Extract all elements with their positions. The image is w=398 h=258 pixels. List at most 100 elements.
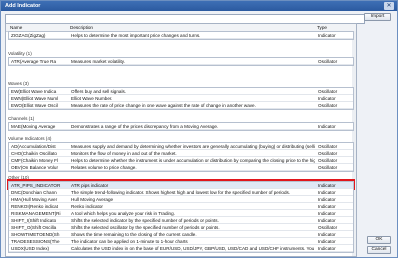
indicator-description: Calculates the USD index in on the base … [71, 245, 315, 251]
indicator-description: Monitors the flow of money in and out of… [71, 150, 177, 156]
indicator-type: Indicator [318, 245, 336, 251]
group-title: Volatility (1) [8, 51, 32, 56]
indicator-description: A tool which helps you analyze your risk… [71, 210, 175, 216]
indicator-name: EWN(Elliot Wave Numl [11, 95, 59, 101]
indicator-description: The simple trend-following indicator. Sh… [71, 189, 291, 195]
indicator-description: Offers buy and sell signals. [71, 88, 127, 94]
indicator-description: Shifts the selected oscillator by the sp… [71, 224, 220, 230]
indicator-type: Indicator [318, 123, 336, 129]
indicator-row[interactable]: SHOWTIMETOEND(Sh Shows the time remaining… [9, 231, 353, 238]
indicator-name: EW(Elliot Wave Indica [11, 88, 57, 94]
add-indicator-dialog: Add Indicator ✕ Import Name Description … [0, 0, 398, 258]
indicator-name: SHIFT_O(Shift Oscilla [11, 224, 57, 230]
indicator-description: Shows the time remaining to the closing … [71, 231, 197, 237]
indicator-name: SHOWTIMETOEND(Sh [11, 231, 60, 237]
indicator-name: HMA(Hull Moving Aver [11, 196, 58, 202]
indicator-row[interactable]: ZIGZAG(ZigZag) Helps to determine the mos… [9, 32, 353, 39]
indicator-name: OBV(On Balance Volur [11, 164, 58, 170]
group-box: ATR(Average True Ra Measures market volat… [8, 57, 354, 66]
indicator-type: Indicator [318, 217, 336, 223]
indicator-list[interactable]: Name Description Type ZIGZAG(ZigZag) Help… [5, 23, 357, 257]
indicator-row[interactable]: USDX(USD Index) Calculates the USD index … [9, 245, 353, 252]
indicator-description: Measures supply and demand by determinin… [71, 143, 315, 149]
indicator-type: Indicator [318, 189, 336, 195]
indicator-description: Hull Moving Average [71, 196, 114, 202]
indicator-type: Indicator [318, 203, 336, 209]
import-button[interactable]: Import [364, 13, 391, 21]
indicator-description: Helps to determine the most important pr… [71, 32, 201, 38]
indicator-type: Indicator [318, 95, 336, 101]
indicator-type: Indicator [318, 32, 336, 38]
close-icon[interactable]: ✕ [384, 2, 394, 10]
group-box: MAE(Moving Average Demonstrates a range o… [8, 122, 354, 131]
indicator-type: Oscillator [318, 58, 338, 64]
indicator-row[interactable]: RENKOI(Renko indicat Renko indicator Indic… [9, 203, 353, 210]
group-title: Volume Indicators (4) [8, 136, 52, 141]
indicator-name: TRADESESSIONS(The [11, 238, 60, 244]
cancel-button[interactable]: Cancel [367, 246, 391, 254]
indicator-row[interactable]: MAE(Moving Average Demonstrates a range o… [9, 123, 353, 130]
group-title: Channels (1) [8, 116, 35, 121]
indicator-row[interactable]: CMF(Chaikin Money Fl Helps to determine w… [9, 157, 353, 164]
indicator-row[interactable]: OBV(On Balance Volur Relates volume to pr… [9, 164, 353, 171]
indicator-description: Measures market volatility. [71, 58, 126, 64]
indicator-description: Relates volume to price change. [71, 164, 137, 170]
indicator-description: Measures the rate of price change in one… [71, 102, 256, 108]
indicator-description: ATR pips indicator [71, 182, 109, 188]
indicator-name: ZIGZAG(ZigZag) [11, 32, 46, 38]
indicator-type: Oscillator [318, 88, 338, 94]
column-header-name[interactable]: Name [10, 25, 22, 30]
indicator-row[interactable]: EWN(Elliot Wave Numl Elliot Wave Number. I… [9, 95, 353, 102]
indicator-name: ATR_PIPS_INDICATOR [11, 182, 61, 188]
indicator-name: AD(Accumulation/Dist [11, 143, 56, 149]
indicator-row[interactable]: EWO(Elliot Wave Oscil Measures the rate o… [9, 102, 353, 109]
indicator-type: Indicator [318, 196, 336, 202]
indicator-description: Helps to determine whether the instrumen… [71, 157, 315, 163]
indicator-row[interactable]: DNC(Donchian Chann The simple trend-follo… [9, 189, 353, 196]
indicator-name: RISKMANAGEMENT(Ri [11, 210, 61, 216]
title-bar: Add Indicator ✕ [1, 1, 397, 11]
group-title: Waves (3) [8, 81, 29, 86]
indicator-row[interactable]: HMA(Hull Moving Aver Hull Moving Average I… [9, 196, 353, 203]
indicator-row[interactable]: SHIFT_I(Shift Indicato Shifts the selecte… [9, 217, 353, 224]
indicator-type: Oscillator [318, 164, 338, 170]
indicator-name: USDX(USD Index) [11, 245, 50, 251]
indicator-description: Demonstrates a range of the prices discr… [71, 123, 219, 129]
indicator-name: ATR(Average True Ra [11, 58, 57, 64]
indicator-row[interactable]: ATR(Average True Ra Measures market volat… [9, 58, 353, 65]
indicator-description: The indicator can be applied on 1-minute… [71, 238, 188, 244]
indicator-row[interactable]: ATR_PIPS_INDICATOR ATR pips indicator Indi… [9, 182, 353, 189]
indicator-name: MAE(Moving Average [11, 123, 56, 129]
indicator-type: Oscillator [318, 157, 338, 163]
indicator-type: Oscillator [318, 102, 338, 108]
indicator-type: Oscillator [318, 143, 338, 149]
column-header-type[interactable]: Type [317, 25, 327, 30]
indicator-type: Indicator [318, 210, 336, 216]
column-header-description[interactable]: Description [70, 25, 93, 30]
indicator-row[interactable]: SHIFT_O(Shift Oscilla Shifts the selected… [9, 224, 353, 231]
indicator-row[interactable]: EW(Elliot Wave Indica Offers buy and sell… [9, 88, 353, 95]
indicator-description: Elliot Wave Number. [71, 95, 113, 101]
indicator-description: Shifts the selected indicator by the spe… [71, 217, 219, 223]
indicator-type: Indicator [318, 231, 336, 237]
indicator-name: RENKOI(Renko indicat [11, 203, 58, 209]
indicator-type: Indicator [318, 182, 336, 188]
group-box: AD(Accumulation/Dist Measures supply and … [8, 142, 354, 172]
ok-button[interactable]: OK [367, 236, 391, 244]
indicator-row[interactable]: AD(Accumulation/Dist Measures supply and … [9, 143, 353, 150]
indicator-name: EWO(Elliot Wave Oscil [11, 102, 58, 108]
indicator-row[interactable]: RISKMANAGEMENT(Ri A tool which helps you … [9, 210, 353, 217]
indicator-name: CHO(Chaikin Oscillato [11, 150, 57, 156]
indicator-name: CMF(Chaikin Money Fl [11, 157, 58, 163]
dialog-title: Add Indicator [5, 3, 41, 9]
indicator-name: DNC(Donchian Chann [11, 189, 57, 195]
group-box: ATR_PIPS_INDICATOR ATR pips indicator Indi… [8, 181, 354, 253]
indicator-row[interactable]: TRADESESSIONS(The The indicator can be ap… [9, 238, 353, 245]
group-box: EW(Elliot Wave Indica Offers buy and sell… [8, 87, 354, 110]
indicator-name: SHIFT_I(Shift Indicato [11, 217, 57, 223]
indicator-type: Oscillator [318, 150, 338, 156]
indicator-description: Renko indicator [71, 203, 103, 209]
indicator-type: Indicator [318, 238, 336, 244]
indicator-type: Oscillator [318, 224, 338, 230]
indicator-row[interactable]: CHO(Chaikin Oscillato Monitors the flow o… [9, 150, 353, 157]
